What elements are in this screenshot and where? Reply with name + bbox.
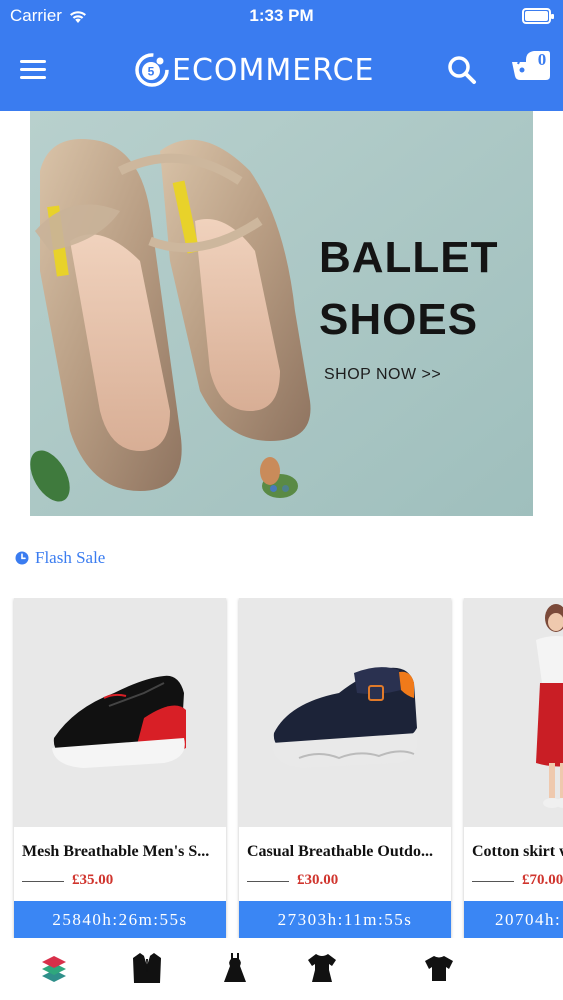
tshirt-icon [308, 954, 336, 982]
banner-headline-line2: SHOES [319, 295, 479, 344]
clock-icon [15, 551, 29, 565]
category-tops-button[interactable] [306, 950, 338, 984]
battery-icon [522, 8, 554, 24]
running-shoe-image [52, 675, 186, 768]
kids-sneaker-image [272, 667, 418, 768]
layers-icon [42, 956, 66, 982]
category-bar [0, 946, 563, 1000]
menu-icon-bar [20, 76, 46, 79]
product-card[interactable]: Cotton skirt w £70.00 20704h: [464, 598, 563, 938]
dress-icon [224, 953, 246, 982]
banner-headline: BALLET SHOES [319, 227, 499, 351]
product-card[interactable]: Mesh Breathable Men's S... £35.00 25840h… [14, 598, 226, 938]
status-bar: Carrier 1:33 PM [0, 0, 563, 34]
shop-now-link[interactable]: SHOP NOW >> [324, 366, 441, 384]
product-image [14, 598, 226, 827]
logo-mark-icon: 5 [134, 52, 170, 88]
category-shirts-button[interactable] [423, 950, 455, 984]
product-name: Casual Breathable Outdo... [247, 843, 433, 860]
cart-button[interactable]: 0 [510, 46, 552, 86]
search-icon [448, 56, 476, 84]
red-skirt-model-image [536, 604, 563, 808]
flash-sale-carousel[interactable]: Mesh Breathable Men's S... £35.00 25840h… [0, 598, 563, 938]
countdown-timer: 20704h: [464, 901, 563, 938]
category-suits-button[interactable] [131, 950, 163, 984]
product-price: £70.00 [522, 872, 563, 888]
logo-badge: 5 [148, 65, 155, 79]
category-dresses-button[interactable] [219, 950, 251, 984]
countdown-timer: 25840h:26m:55s [14, 901, 226, 938]
banner-headline-line1: BALLET [319, 233, 499, 282]
product-name: Mesh Breathable Men's S... [22, 843, 210, 860]
product-image [239, 598, 451, 827]
original-price-strikethrough [22, 881, 64, 882]
app-logo[interactable]: 5 ECOMMERCE [134, 50, 375, 90]
search-button[interactable] [446, 54, 478, 86]
product-image [464, 598, 563, 827]
carousel-dots [270, 485, 289, 492]
menu-icon [20, 60, 46, 63]
carousel-dot[interactable] [282, 485, 289, 492]
cart-count-badge: 0 [537, 50, 547, 69]
carousel-dot[interactable] [270, 485, 277, 492]
menu-icon-bar [20, 68, 46, 71]
product-price: £30.00 [297, 872, 339, 888]
product-card[interactable]: Casual Breathable Outdo... £30.00 27303h… [239, 598, 451, 938]
countdown-timer: 27303h:11m:55s [239, 901, 451, 938]
shirt-icon [425, 956, 453, 981]
category-all-button[interactable] [38, 950, 70, 984]
app-header: 5 ECOMMERCE 0 [0, 34, 563, 111]
menu-button[interactable] [20, 60, 46, 80]
status-time: 1:33 PM [249, 6, 314, 25]
original-price-strikethrough [472, 881, 514, 882]
flash-sale-heading: Flash Sale [15, 548, 105, 568]
product-price: £35.00 [72, 872, 114, 888]
promo-banner[interactable]: BALLET SHOES SHOP NOW >> [30, 111, 533, 516]
product-name: Cotton skirt w [472, 843, 563, 860]
original-price-strikethrough [247, 881, 289, 882]
logo-text: ECOMMERCE [172, 52, 375, 88]
suit-icon [133, 953, 161, 983]
flash-sale-title: Flash Sale [35, 548, 106, 567]
top-bar: Carrier 1:33 PM 5 ECOMMERCE 0 [0, 0, 563, 111]
